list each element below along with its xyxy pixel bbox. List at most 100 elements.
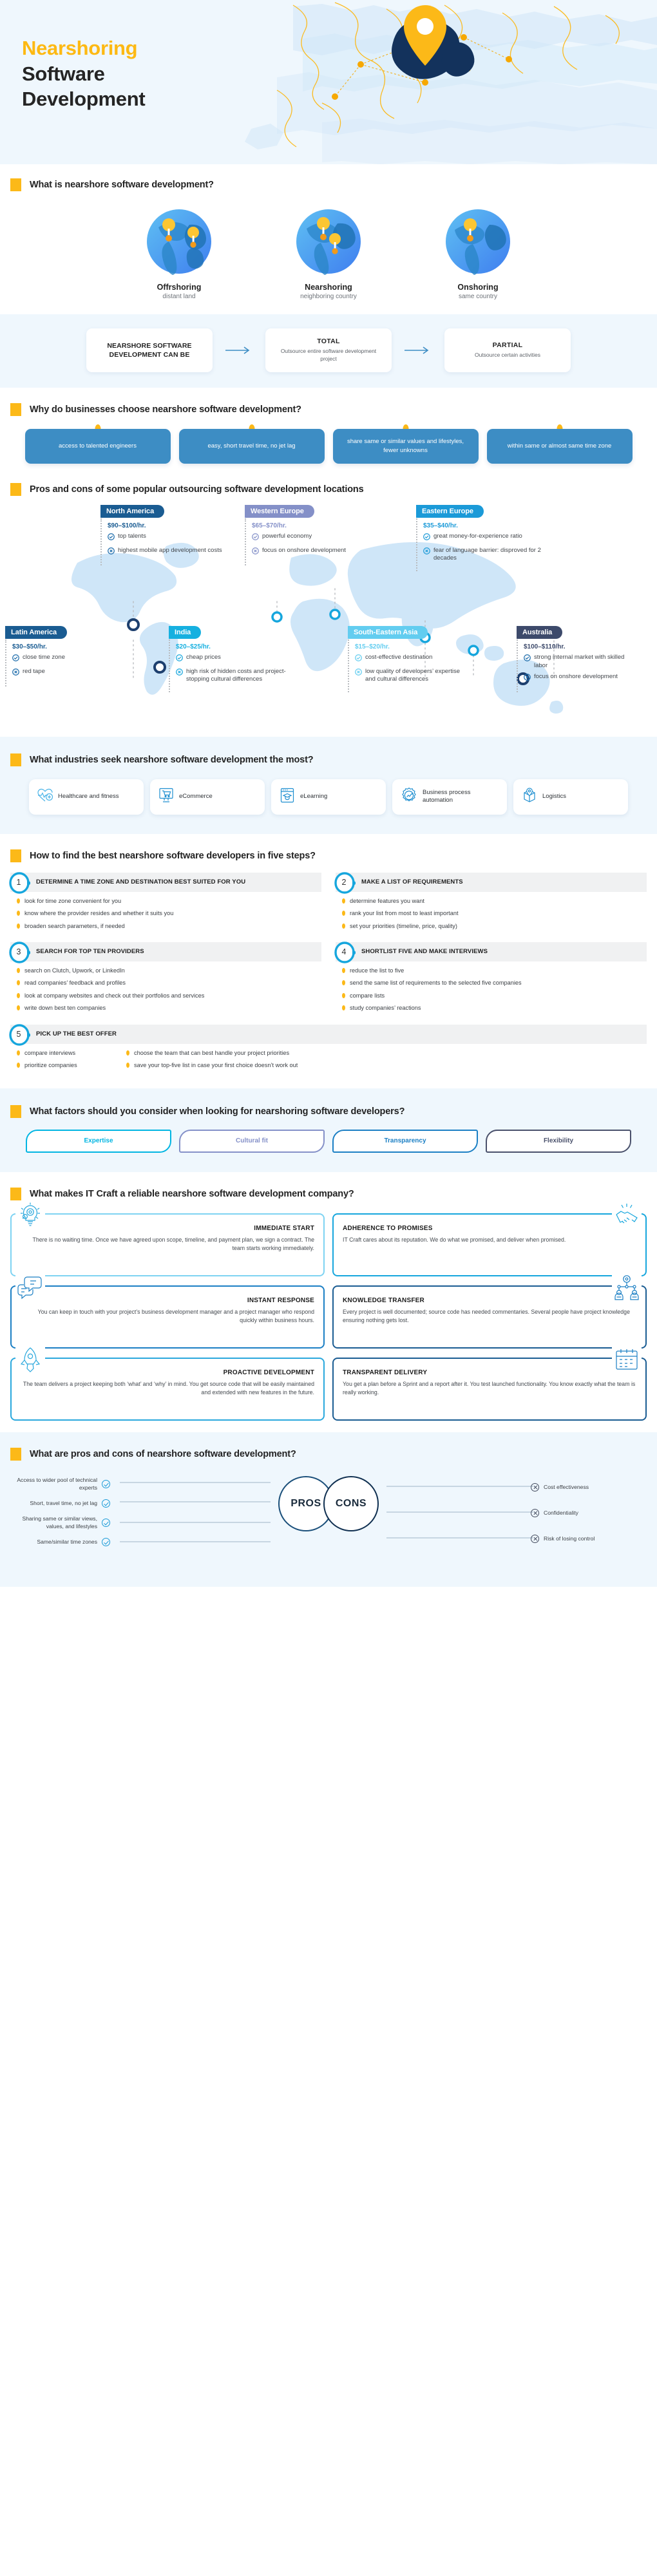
bullet-icon — [342, 911, 345, 916]
section-factors: What factors should you consider when lo… — [0, 1088, 657, 1172]
bullet-icon — [17, 1050, 20, 1056]
location-pro-text: close time zone — [23, 653, 66, 661]
location-pro-item: top talents — [108, 533, 224, 544]
globe-sub: distant land — [162, 293, 196, 300]
step-item-text: choose the team that can best handle you… — [134, 1049, 290, 1056]
location-card-title: South-Eastern Asia — [348, 625, 428, 639]
pros-item: Sharing same or similar views, values, a… — [10, 1513, 110, 1533]
cons-item: Confidentiality — [531, 1501, 647, 1526]
x-circle-icon — [176, 668, 183, 685]
location-pro-text: powerful economy — [262, 532, 312, 540]
factor-chip-transparency[interactable]: Transparency — [332, 1129, 478, 1153]
location-card-title: Latin America — [5, 625, 68, 639]
location-card-south-eastern-asia: South-Eastern Asia $15–$20/hr. cost-effe… — [348, 625, 470, 693]
step-item-text: study companies’ reactions — [350, 1005, 421, 1012]
step-number: 1 — [16, 877, 21, 887]
x-circle-icon — [423, 547, 430, 564]
industry-card-elearning[interactable]: eLearning — [271, 779, 386, 815]
location-con-text: highest mobile app development costs — [118, 546, 222, 554]
check-circle-icon — [102, 1538, 110, 1547]
location-pro-item: great money-for-experience ratio — [423, 533, 549, 544]
bullet-icon — [342, 923, 345, 929]
step-number-badge: 5 — [8, 1024, 30, 1046]
industry-card-logistics[interactable]: Logistics — [513, 779, 628, 815]
location-pro-item: cheap prices — [176, 654, 295, 665]
location-card-title: Eastern Europe — [416, 504, 484, 518]
location-con-text: fear of language barrier: disproved for … — [433, 546, 541, 562]
globes-row: Offrshoring distant land Nearshoring nei… — [0, 191, 657, 300]
location-pro-item: close time zone — [12, 654, 119, 665]
page-title: Nearshoring Software Development — [22, 35, 146, 112]
step-item: reduce the list to five — [342, 967, 647, 974]
pros-list: Access to wider pool of technical expert… — [10, 1475, 110, 1552]
step-item: broaden search parameters, if needed — [17, 922, 321, 930]
location-card-title: Australia — [517, 625, 563, 639]
heading-why: Why do businesses choose nearshore softw… — [0, 402, 657, 416]
heading-industries: What industries seek nearshore software … — [0, 753, 657, 766]
x-circle-icon — [108, 547, 115, 558]
step-item: save your top-five list in case your fir… — [126, 1061, 298, 1069]
check-circle-icon — [12, 654, 19, 665]
factor-chip-cultural-fit[interactable]: Cultural fit — [179, 1129, 325, 1153]
factor-chip-expertise[interactable]: Expertise — [26, 1129, 171, 1153]
heading-steps-text: How to find the best nearshore software … — [30, 850, 316, 861]
step-item-text: read companies’ feedback and profiles — [24, 980, 126, 987]
factor-chip-flexibility[interactable]: Flexibility — [486, 1129, 631, 1153]
bullet-icon — [126, 1050, 129, 1056]
step-item: study companies’ reactions — [342, 1004, 647, 1012]
step-3: 3 SEARCH FOR TOP TEN PROVIDERS search on… — [9, 942, 321, 1017]
industry-card-healthcare[interactable]: Healthcare and fitness — [29, 779, 144, 815]
heading-it-craft: What makes IT Craft a reliable nearshore… — [0, 1187, 657, 1200]
calendar-icon — [612, 1344, 642, 1374]
section-it-craft: What makes IT Craft a reliable nearshore… — [0, 1172, 657, 1432]
hero-title-line-2: Software — [22, 62, 105, 85]
check-circle-icon — [423, 533, 430, 544]
section-locations: Pros and cons of some popular outsourcin… — [0, 469, 657, 737]
can-be-option-title: PARTIAL — [492, 341, 523, 349]
steps-grid: 1 DETERMINE A TIME ZONE AND DESTINATION … — [0, 862, 657, 1082]
bullet-icon — [342, 1005, 345, 1011]
heading-what-is: What is nearshore software development? — [0, 178, 657, 191]
location-pro-item: powerful economy — [252, 533, 368, 544]
check-circle-icon — [176, 654, 183, 665]
globe-name: Onshoring — [457, 283, 499, 292]
heading-industries-text: What industries seek nearshore software … — [30, 754, 314, 765]
craft-card-title: PROACTIVE DEVELOPMENT — [223, 1368, 314, 1376]
pros-text: Same/similar time zones — [37, 1538, 97, 1545]
why-box: within same or almost same time zone — [486, 428, 633, 464]
step-title: SHORTLIST FIVE AND MAKE INTERVIEWS — [336, 942, 647, 962]
x-circle-icon — [12, 668, 19, 679]
step-title: DETERMINE A TIME ZONE AND DESTINATION BE… — [10, 872, 321, 892]
globe-sub: same country — [458, 293, 498, 300]
craft-card-title: ADHERENCE TO PROMISES — [343, 1224, 433, 1232]
globe-name: Nearshoring — [305, 283, 352, 292]
craft-card-adherence-to-promises: ADHERENCE TO PROMISES IT Craft cares abo… — [332, 1200, 647, 1276]
heading-marker — [10, 402, 21, 416]
pros-text: Short, travel time, no jet lag — [30, 1499, 97, 1506]
location-card-title: India — [169, 625, 202, 639]
check-circle-icon — [252, 533, 259, 544]
location-card-price: $65–$70/hr. — [252, 522, 287, 529]
industry-card-ecommerce[interactable]: eCommerce — [150, 779, 265, 815]
pros-cons-diagram: Access to wider pool of technical expert… — [0, 1461, 657, 1570]
step-number: 5 — [16, 1029, 21, 1039]
heading-marker — [10, 482, 21, 496]
industry-card-bpa[interactable]: Business process automation — [392, 779, 507, 815]
step-item: look at company websites and check out t… — [17, 992, 321, 999]
check-circle-icon — [102, 1480, 110, 1489]
section-final-pros-cons: What are pros and cons of nearshore soft… — [0, 1432, 657, 1587]
craft-card-title: KNOWLEDGE TRANSFER — [343, 1296, 424, 1304]
step-item-text: look at company websites and check out t… — [24, 992, 205, 999]
heading-marker — [10, 1104, 21, 1118]
step-item: compare lists — [342, 992, 647, 999]
step-number-badge: 4 — [334, 942, 356, 963]
location-con-item: focus on onshore development — [524, 673, 630, 684]
step-title: MAKE A LIST OF REQUIREMENTS — [336, 872, 647, 892]
heading-marker — [10, 1187, 21, 1200]
cons-circle: CONS — [323, 1475, 379, 1531]
location-con-item: high risk of hidden costs and project-st… — [176, 668, 295, 685]
industry-label: eLearning — [300, 793, 328, 800]
step-item-text: look for time zone convenient for you — [24, 897, 122, 904]
bullet-icon — [17, 898, 20, 904]
craft-card-title: INSTANT RESPONSE — [247, 1296, 314, 1304]
